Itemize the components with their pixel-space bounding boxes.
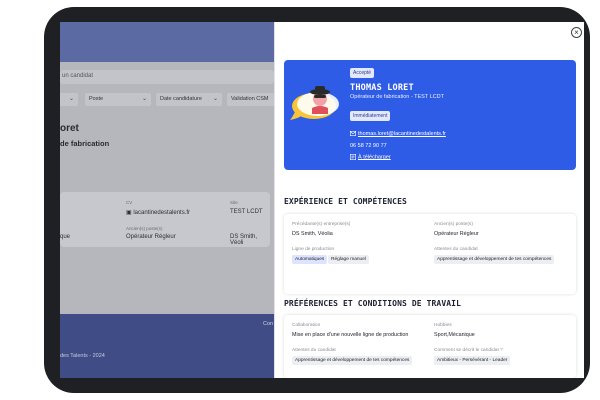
preferences-section-title: PRÉFÉRENCES ET CONDITIONS DE TRAVAIL bbox=[284, 299, 461, 308]
file-icon: ▣ bbox=[126, 210, 132, 216]
download-cv-link[interactable]: À télécharger bbox=[350, 154, 391, 160]
background-candidate-name: oret bbox=[60, 123, 79, 134]
background-candidate-job: de fabrication bbox=[60, 139, 110, 148]
cv-link-text: lacantinedestalents.fr bbox=[133, 210, 191, 216]
filter-label: Date candidature bbox=[160, 96, 202, 102]
prev-company-value: DS Smith, Véoli bbox=[230, 234, 258, 246]
prev-position-value: Opérateur Régleur bbox=[434, 231, 479, 237]
experience-section-title: EXPÉRIENCE ET COMPÉTENCES bbox=[284, 197, 407, 206]
expectations-tag: Apprentissage et développement de tes co… bbox=[434, 255, 555, 264]
candidate-drawer: × Accepté THOMAS LORET Opérateur de fabr… bbox=[274, 22, 584, 378]
background-header bbox=[60, 22, 274, 62]
background-app: un candidat ⌄ Poste ⌄ Date candidature ⌄… bbox=[60, 22, 279, 378]
background-filter-date[interactable]: Date candidature ⌄ bbox=[156, 93, 222, 106]
copyright-text: des Talents - 2024 bbox=[60, 353, 105, 359]
experience-panel: Précédante(s) entreprise(s) DS Smith, Vé… bbox=[284, 214, 576, 294]
hobbies-label: Hobbies bbox=[434, 323, 452, 328]
preferences-panel: Collaboration Mise en place d'une nouvel… bbox=[284, 315, 576, 378]
production-line-label: Ligne de production bbox=[292, 247, 335, 252]
status-badge: Accepté bbox=[350, 68, 375, 78]
phone-number: 06 58 72 90 77 bbox=[350, 143, 387, 149]
chevron-down-icon: ⌄ bbox=[212, 96, 218, 102]
left-value: que bbox=[60, 234, 71, 240]
background-footer bbox=[60, 314, 274, 378]
collaboration-value: Mise en place d'une nouvelle ligne de pr… bbox=[292, 332, 409, 338]
availability-badge: Immédiatement bbox=[350, 111, 391, 121]
filter-label: Validation CSM bbox=[231, 96, 269, 102]
background-filter-poste[interactable]: Poste ⌄ bbox=[85, 93, 151, 106]
background-candidate-card: CV ▣ lacantinedestalents.fr Site TEST LC… bbox=[60, 192, 270, 247]
production-line-tag: Réglage manuel bbox=[328, 255, 369, 264]
hobbies-value: Sport,Mécanique bbox=[434, 332, 475, 338]
background-filter-1[interactable]: ⌄ bbox=[60, 93, 78, 106]
background-filter-validation[interactable]: Validation CSM bbox=[227, 93, 279, 106]
chevron-down-icon: ⌄ bbox=[68, 96, 74, 102]
filter-label: Poste bbox=[89, 96, 104, 102]
prev-position-label: Ancien(s) poste(s) bbox=[434, 222, 473, 227]
close-icon[interactable]: × bbox=[571, 27, 582, 38]
pref-expectations-tag: Apprentissage et développement de tes co… bbox=[292, 356, 413, 365]
production-line-tag: Automatiques bbox=[292, 255, 328, 264]
pref-expectations-label: Attentes du candidat bbox=[292, 348, 336, 353]
background-search-input[interactable]: un candidat bbox=[60, 70, 274, 84]
cv-link[interactable]: ▣ lacantinedestalents.fr bbox=[126, 209, 190, 216]
email-link[interactable]: thomas.loret@lacantinedestalents.fr bbox=[350, 131, 446, 137]
prev-company-value: DS Smith, Véolia bbox=[292, 231, 333, 237]
candidate-name: THOMAS LORET bbox=[350, 83, 414, 93]
mail-icon bbox=[350, 131, 357, 137]
site-label: Site bbox=[230, 200, 238, 205]
file-icon bbox=[350, 154, 357, 161]
app-screen: un candidat ⌄ Poste ⌄ Date candidature ⌄… bbox=[60, 22, 584, 378]
email-text: thomas.loret@lacantinedestalents.fr bbox=[358, 131, 446, 137]
site-value: TEST LCDT bbox=[230, 209, 263, 215]
avatar bbox=[290, 86, 339, 120]
self-description-tag: Ambitieux - Persévérant - Leader bbox=[434, 356, 511, 365]
prev-company-label: Précédante(s) entreprise(s) bbox=[292, 222, 351, 227]
download-text: À télécharger bbox=[358, 154, 391, 161]
cv-label: CV bbox=[126, 200, 133, 205]
chevron-down-icon: ⌄ bbox=[141, 96, 147, 102]
collaboration-label: Collaboration bbox=[292, 323, 321, 328]
expectations-label: Attentes du candidat bbox=[434, 247, 478, 252]
candidate-subtitle: Opérateur de fabrication - TEST LCDT bbox=[350, 94, 444, 100]
prev-position-label: Ancien(s) poste(s) bbox=[126, 226, 163, 231]
footer-link[interactable]: Con bbox=[263, 321, 273, 327]
prev-position-value: Opérateur Régleur bbox=[126, 234, 176, 240]
self-description-label: Comment se décrit le candidat ? bbox=[434, 348, 503, 353]
profile-card: Accepté THOMAS LORET Opérateur de fabric… bbox=[284, 60, 576, 170]
